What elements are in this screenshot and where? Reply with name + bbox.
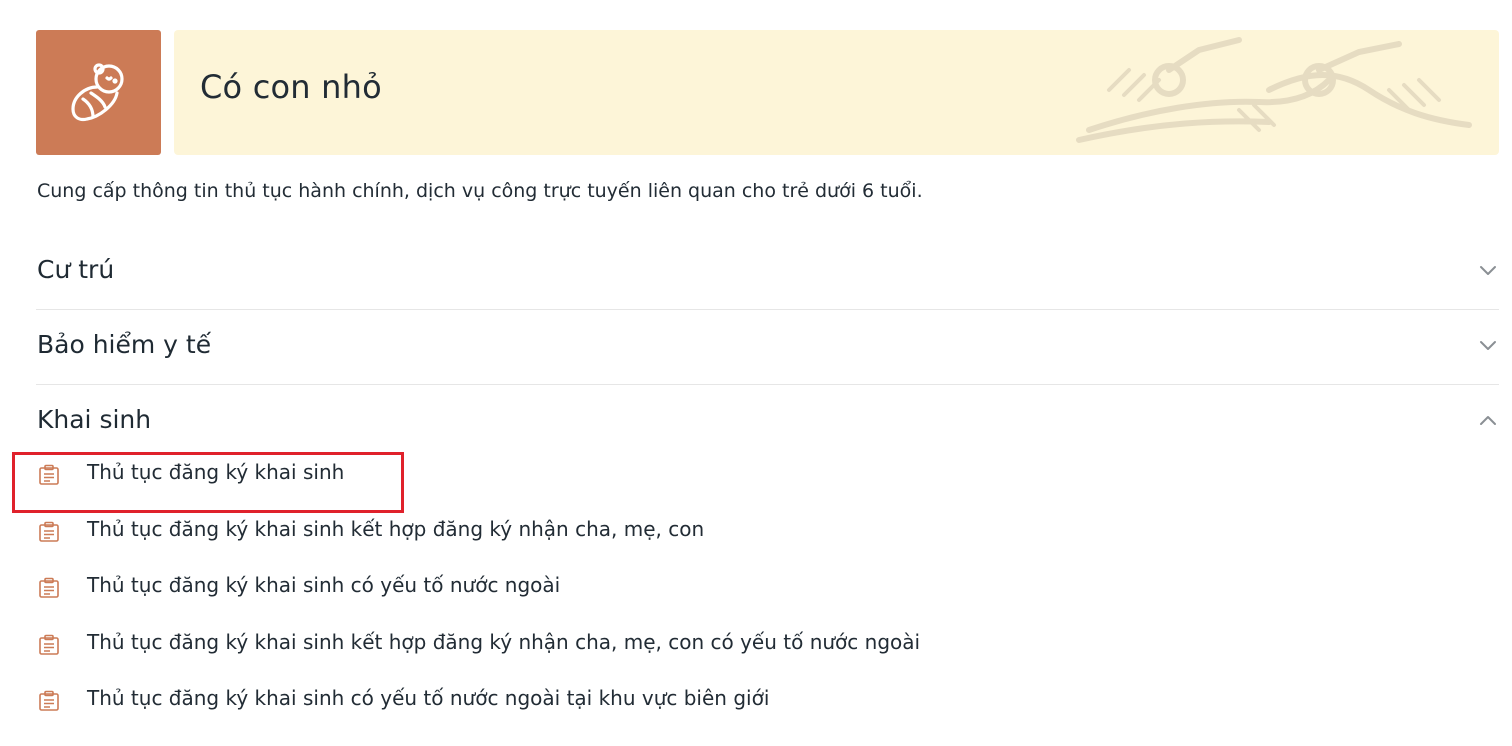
accordion-title: Bảo hiểm y tế [37, 330, 212, 359]
procedure-link[interactable]: Thủ tục đăng ký khai sinh kết hợp đăng k… [87, 517, 704, 541]
accordion-header-cu-tru[interactable]: Cư trú [36, 235, 1499, 309]
procedure-item[interactable]: Thủ tục đăng ký khai sinh kết hợp đăng k… [36, 630, 1499, 687]
chevron-up-icon[interactable] [1479, 414, 1497, 426]
category-banner: Có con nhỏ [174, 30, 1499, 155]
page: Có con nhỏ Cung cấp thông tin thủ tục hà… [0, 0, 1512, 746]
category-header: Có con nhỏ [36, 30, 1499, 155]
procedure-item[interactable]: Thủ tục đăng ký khai sinh kết hợp đăng k… [36, 517, 1499, 574]
procedure-item[interactable]: Thủ tục đăng ký khai sinh có yếu tố nước… [36, 686, 1499, 743]
document-icon [39, 521, 59, 542]
accordion-title: Cư trú [37, 255, 115, 284]
page-title: Có con nhỏ [200, 68, 382, 106]
bird-pattern-decoration [1076, 37, 1472, 143]
baby-icon [70, 62, 124, 121]
accordion-section-bao-hiem-y-te: Bảo hiểm y tế [36, 310, 1499, 385]
procedure-item[interactable]: Thủ tục đăng ký khai sinh có yếu tố nước… [36, 573, 1499, 630]
highlight-annotation [12, 452, 404, 513]
procedure-link[interactable]: Thủ tục đăng ký khai sinh có yếu tố nước… [87, 573, 560, 597]
accordion-title: Khai sinh [37, 405, 152, 434]
accordion-section-cu-tru: Cư trú [36, 235, 1499, 310]
document-icon [39, 690, 59, 711]
chevron-down-icon[interactable] [1479, 339, 1497, 351]
accordion-header-khai-sinh[interactable]: Khai sinh [36, 385, 1499, 459]
category-icon-box [36, 30, 161, 155]
accordion-header-bao-hiem-y-te[interactable]: Bảo hiểm y tế [36, 310, 1499, 384]
accordion-section-khai-sinh: Khai sinh Thủ tục đăng ký khai sinh Thủ … [36, 385, 1499, 743]
category-description: Cung cấp thông tin thủ tục hành chính, d… [37, 180, 923, 202]
procedure-link[interactable]: Thủ tục đăng ký khai sinh kết hợp đăng k… [87, 630, 920, 654]
document-icon [39, 634, 59, 655]
procedure-link[interactable]: Thủ tục đăng ký khai sinh có yếu tố nước… [87, 686, 769, 710]
document-icon [39, 577, 59, 598]
chevron-down-icon[interactable] [1479, 264, 1497, 276]
